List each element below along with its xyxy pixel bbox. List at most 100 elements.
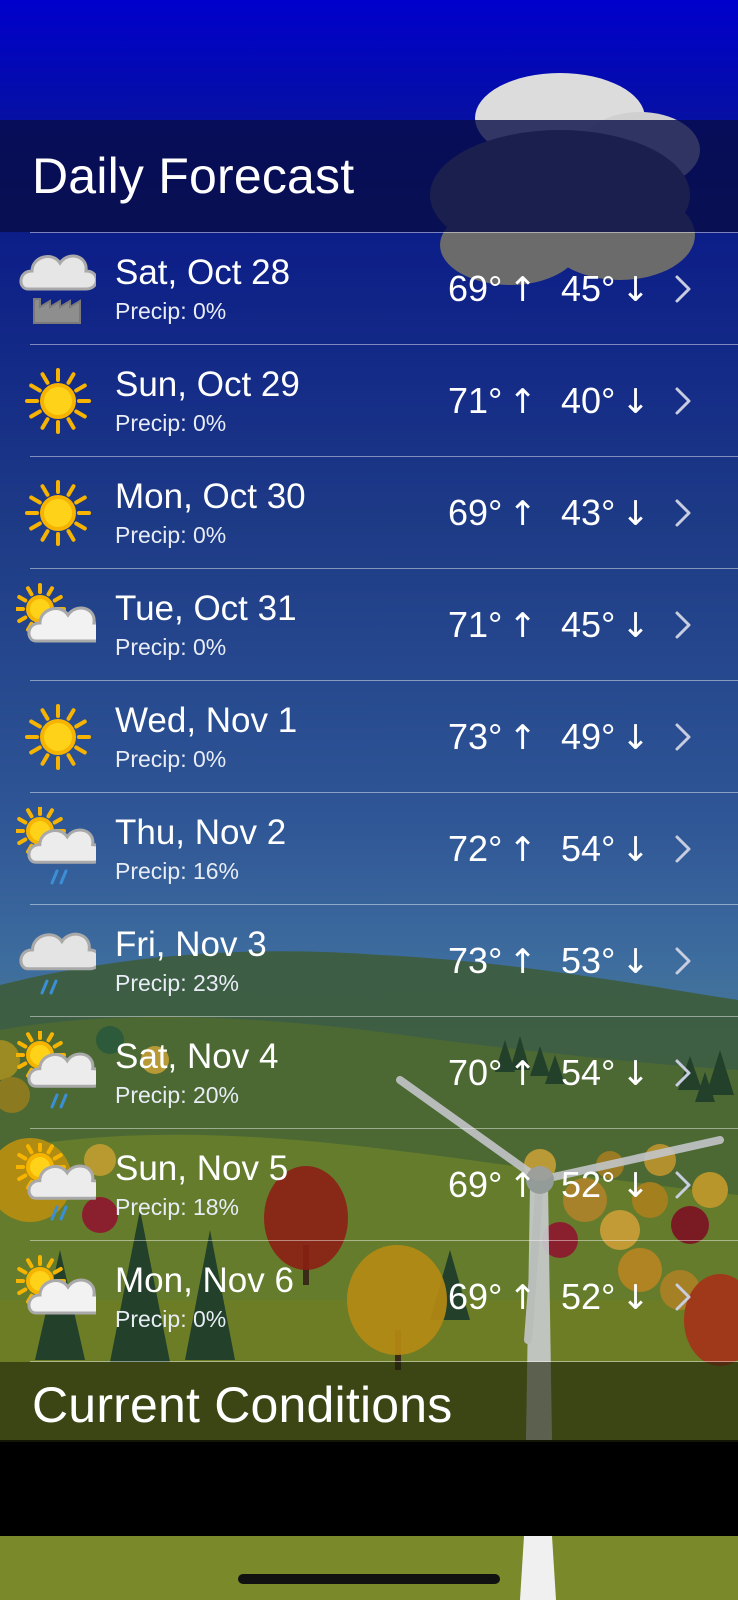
cloud-rain-icon: [16, 919, 102, 1003]
forecast-day: Sat, Nov 4: [115, 1037, 279, 1076]
arrow-down-icon: ↓: [621, 494, 650, 534]
forecast-row[interactable]: Fri, Nov 3 Precip: 23% 73° ↑ 53° ↓: [19, 904, 738, 1016]
chevron-right-icon[interactable]: [668, 831, 698, 867]
forecast-day: Thu, Nov 2: [115, 813, 287, 852]
forecast-day: Sun, Nov 5: [115, 1149, 289, 1188]
sun-icon: [16, 359, 96, 443]
arrow-up-icon: ↑: [508, 382, 537, 422]
arrow-down-icon: ↓: [621, 1054, 650, 1094]
arrow-down-icon: ↓: [621, 718, 650, 758]
forecast-temps: 71° ↑ 45° ↓: [448, 604, 650, 647]
low-temp: 45° ↓: [561, 605, 650, 647]
chevron-right-icon[interactable]: [668, 1055, 698, 1091]
high-temp: 73° ↑: [448, 716, 537, 759]
chevron-right-icon[interactable]: [668, 1279, 698, 1315]
forecast-day: Wed, Nov 1: [115, 701, 298, 740]
low-temp-value: 54°: [560, 1052, 616, 1093]
low-temp: 52° ↓: [560, 1164, 650, 1207]
high-temp-value: 71°: [448, 604, 503, 645]
chevron-right-icon[interactable]: [668, 943, 698, 979]
forecast-precip: Precip: 0%: [115, 634, 227, 660]
high-temp-value: 69°: [448, 268, 503, 309]
low-temp: 43° ↓: [561, 493, 650, 535]
low-temp: 49° ↓: [560, 716, 650, 759]
forecast-precip: Precip: 18%: [115, 1194, 240, 1220]
high-temp-value: 69°: [448, 492, 503, 533]
forecast-row[interactable]: Sat, Oct 28 Precip: 0% 69° ↑ 45° ↓: [19, 232, 738, 344]
forecast-row[interactable]: Sun, Nov 5 Precip: 18% 69° ↑ 52° ↓: [14, 1128, 738, 1240]
low-temp-value: 52°: [560, 1164, 616, 1205]
chevron-right-icon[interactable]: [668, 1167, 698, 1203]
forecast-temps: 69° ↑ 52° ↓: [448, 1164, 650, 1207]
low-temp: 54° ↓: [560, 1052, 650, 1095]
forecast-precip: Precip: 20%: [115, 1082, 240, 1108]
forecast-precip: Precip: 0%: [115, 522, 227, 548]
forecast-temps: 73° ↑ 49° ↓: [448, 716, 650, 759]
arrow-up-icon: ↑: [508, 830, 537, 870]
forecast-precip: Precip: 16%: [115, 858, 240, 884]
sun-cloud-rain-icon: [14, 1029, 105, 1115]
bottom-band: [0, 1442, 738, 1536]
forecast-temps: 69° ↑ 43° ↓: [448, 492, 650, 535]
low-temp-value: 53°: [560, 940, 616, 981]
forecast-row[interactable]: Wed, Nov 1 Precip: 0% 73° ↑ 49° ↓: [25, 680, 738, 792]
high-temp-value: 70°: [448, 1052, 503, 1093]
arrow-down-icon: ↓: [621, 830, 650, 870]
chevron-right-icon[interactable]: [668, 271, 698, 307]
forecast-temps: 71° ↑ 40° ↓: [448, 380, 650, 423]
forecast-temps: 70° ↑ 54° ↓: [448, 1052, 650, 1095]
chevron-right-icon[interactable]: [668, 495, 698, 531]
high-temp-value: 69°: [448, 1164, 503, 1205]
chevron-right-icon[interactable]: [668, 383, 698, 419]
current-conditions-header[interactable]: Current Conditions: [0, 1362, 738, 1442]
low-temp-value: 52°: [560, 1276, 616, 1317]
forecast-day: Mon, Oct 30: [115, 477, 306, 516]
forecast-row[interactable]: Sun, Oct 29 Precip: 0% 71° ↑ 40° ↓: [25, 344, 738, 456]
partly-cloudy-icon: [14, 1255, 106, 1339]
daily-forecast-header: Daily Forecast: [0, 120, 738, 232]
high-temp: 69° ↑: [448, 1164, 537, 1207]
arrow-up-icon: ↑: [508, 1054, 537, 1094]
cloud-factory-icon: [16, 247, 98, 331]
high-temp: 73° ↑: [448, 940, 537, 983]
forecast-precip: Precip: 0%: [115, 746, 227, 772]
grass-strip: [0, 1536, 738, 1600]
sun-cloud-rain-icon: [14, 805, 105, 891]
forecast-temps: 69° ↑ 52° ↓: [448, 1276, 650, 1319]
high-temp: 71° ↑: [448, 381, 537, 423]
arrow-up-icon: ↑: [508, 270, 537, 310]
arrow-down-icon: ↓: [621, 942, 650, 982]
low-temp: 40° ↓: [560, 380, 650, 423]
sun-icon: [16, 695, 96, 779]
home-indicator[interactable]: [238, 1574, 500, 1584]
forecast-row[interactable]: Tue, Oct 31 Precip: 0% 71° ↑ 45° ↓: [14, 568, 738, 680]
forecast-day: Tue, Oct 31: [115, 589, 297, 628]
sun-icon: [16, 471, 96, 555]
arrow-down-icon: ↓: [621, 1166, 650, 1206]
forecast-row[interactable]: Mon, Nov 6 Precip: 0% 69° ↑ 52° ↓: [14, 1240, 738, 1352]
forecast-day: Sat, Oct 28: [115, 253, 291, 292]
high-temp: 69° ↑: [448, 268, 537, 311]
low-temp: 54° ↓: [561, 829, 650, 871]
high-temp: 69° ↑: [448, 1277, 537, 1319]
arrow-up-icon: ↑: [508, 942, 537, 982]
forecast-row[interactable]: Mon, Oct 30 Precip: 0% 69° ↑ 43° ↓: [25, 456, 738, 568]
chevron-right-icon[interactable]: [668, 719, 698, 755]
turbine-base: [520, 1536, 556, 1600]
arrow-down-icon: ↓: [621, 382, 650, 422]
forecast-row[interactable]: Sat, Nov 4 Precip: 20% 70° ↑ 54° ↓: [14, 1016, 738, 1128]
high-temp-value: 73°: [448, 716, 503, 757]
partly-cloudy-icon: [14, 583, 106, 667]
low-temp: 45° ↓: [561, 269, 650, 311]
arrow-down-icon: ↓: [621, 606, 650, 646]
low-temp-value: 40°: [560, 380, 616, 421]
app-screen: Daily Forecast Sat, Oct 28 Precip: 0% 69…: [0, 0, 738, 1600]
arrow-up-icon: ↑: [508, 718, 537, 758]
chevron-right-icon[interactable]: [668, 607, 698, 643]
low-temp-value: 49°: [560, 716, 616, 757]
forecast-temps: 73° ↑ 53° ↓: [448, 940, 650, 983]
arrow-down-icon: ↓: [621, 1278, 650, 1318]
arrow-up-icon: ↑: [508, 1166, 537, 1206]
forecast-row[interactable]: Thu, Nov 2 Precip: 16% 72° ↑ 54° ↓: [14, 792, 738, 904]
high-temp-value: 73°: [448, 940, 503, 981]
